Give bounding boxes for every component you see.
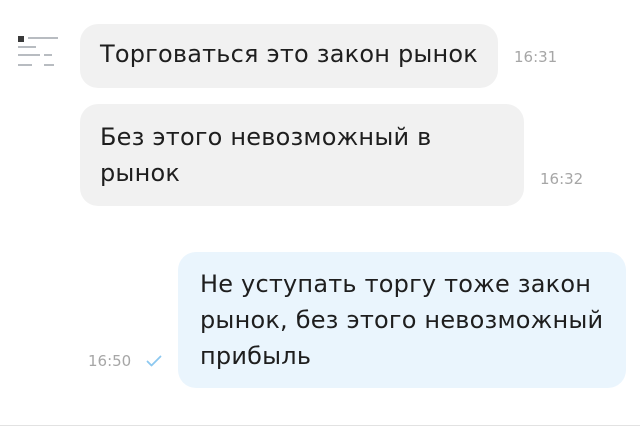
avatar-thumbnail-line [44, 64, 54, 66]
avatar-thumbnail-line [18, 46, 36, 48]
message-timestamp: 16:31 [514, 48, 558, 66]
incoming-message-bubble[interactable]: Без этого невозможный в рынок [80, 104, 524, 206]
avatar-mark [18, 36, 24, 42]
incoming-message-bubble[interactable]: Торговаться это закон рынок [80, 24, 498, 88]
avatar-thumbnail-line [28, 37, 58, 39]
avatar-thumbnail-line [18, 64, 32, 66]
message-text: Не уступать торгу тоже закон рынок, без … [200, 270, 604, 370]
message-timestamp: 16:32 [540, 170, 584, 188]
message-text: Торговаться это закон рынок [100, 40, 478, 68]
message-text: Без этого невозможный в рынок [100, 123, 432, 187]
outgoing-message-bubble[interactable]: Не уступать торгу тоже закон рынок, без … [178, 252, 626, 388]
avatar-thumbnail-line [18, 54, 40, 56]
single-check-icon [146, 355, 162, 367]
sender-avatar[interactable] [14, 30, 64, 76]
avatar-thumbnail-line [44, 54, 52, 56]
divider [0, 425, 640, 426]
message-timestamp: 16:50 [88, 352, 132, 370]
